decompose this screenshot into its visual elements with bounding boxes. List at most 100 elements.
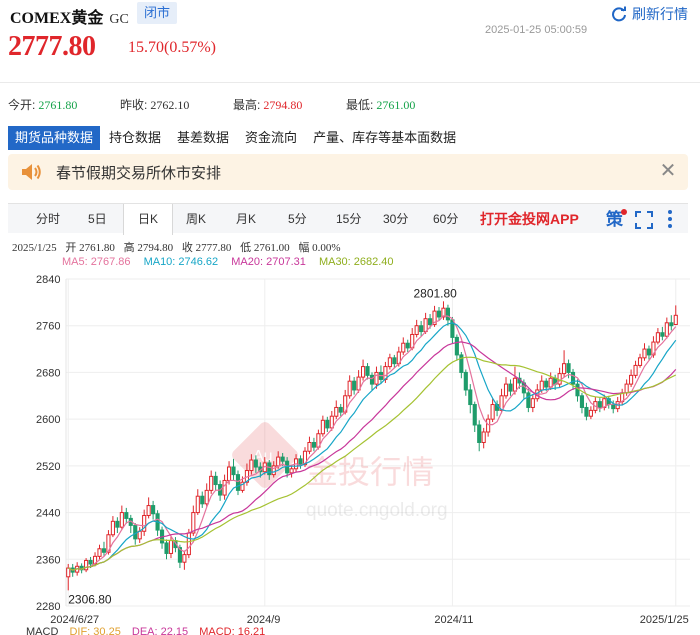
ma5-legend: MA5: 2767.86 <box>62 256 131 268</box>
candle-body <box>311 442 316 448</box>
ma-legend: MA5: 2767.86 MA10: 2746.62 MA20: 2707.31… <box>62 256 404 268</box>
candle-body <box>195 495 200 514</box>
period-30min[interactable]: 30分 <box>383 204 408 234</box>
ohlc-close: 收 2777.80 <box>181 242 232 254</box>
quote-header: COMEX黄金 GC 闭市 刷新行情 2025-01-25 05:00:59 27… <box>0 0 700 70</box>
candle-body <box>405 342 410 349</box>
candle-body <box>361 366 366 378</box>
candlestick-chart[interactable]: Au 金投行情 quote.cngold.org 228023602440252… <box>0 270 700 626</box>
candle-body <box>486 418 491 433</box>
candle-body <box>624 383 629 394</box>
close-icon[interactable]: ✕ <box>658 160 678 182</box>
ma5-line <box>67 315 677 571</box>
ohlc-low: 低 2761.00 <box>240 242 290 254</box>
period-5min[interactable]: 5分 <box>288 204 307 234</box>
candle-body <box>235 474 241 491</box>
macd-value: MACD: 16.21 <box>199 626 266 635</box>
candle-body <box>512 377 518 392</box>
candle-body <box>325 419 330 429</box>
quote-timestamp: 2025-01-25 05:00:59 <box>485 24 588 36</box>
macd-dea: DEA: 22.15 <box>131 626 189 635</box>
more-vertical-icon[interactable] <box>666 209 674 229</box>
market-status-badge: 闭市 <box>137 2 178 24</box>
candle-body <box>352 380 357 391</box>
tab-basis[interactable]: 基差数据 <box>170 126 236 150</box>
period-daily[interactable]: 日K <box>123 204 173 235</box>
open-app-link[interactable]: 打开金投网APP <box>480 204 579 234</box>
period-intraday[interactable]: 分时 <box>36 204 60 234</box>
candle-body <box>566 363 571 373</box>
candle-body <box>401 342 406 353</box>
ohlc-date: 2025/1/25 <box>12 242 57 254</box>
speaker-icon <box>22 164 41 180</box>
refresh-label: 刷新行情 <box>632 6 688 22</box>
stat-low-value: 2761.00 <box>376 98 416 112</box>
holiday-notice[interactable]: 春节假期交易所休市安排 ✕ <box>8 154 688 190</box>
y-tick-label: 2280 <box>36 601 60 613</box>
x-tick-label: 2025/1/25 <box>640 614 689 626</box>
candle-body <box>186 532 191 556</box>
candle-body <box>307 442 312 452</box>
candle-series <box>66 301 678 591</box>
candle-body <box>280 456 285 462</box>
stat-open: 今开: 2761.80 <box>8 96 77 113</box>
macd-dif: DIF: 30.25 <box>69 626 121 635</box>
stat-low-label: 最低: <box>346 98 374 112</box>
candle-body <box>133 524 138 540</box>
stat-open-label: 今开: <box>8 98 36 112</box>
candle-body <box>508 383 513 392</box>
tab-fundamentals[interactable]: 产量、库存等基本面数据 <box>306 126 463 150</box>
period-weekly[interactable]: 周K <box>186 204 206 234</box>
watermark-url: quote.cngold.org <box>306 500 448 521</box>
stat-prev-close-label: 昨收: <box>120 98 148 112</box>
tab-fund-flow[interactable]: 资金流向 <box>238 126 304 150</box>
period-monthly[interactable]: 月K <box>236 204 256 234</box>
candle-body <box>369 374 375 385</box>
refresh-button[interactable]: 刷新行情 <box>611 4 688 24</box>
candle-body <box>584 406 589 417</box>
data-tabs: 期货品种数据 持仓数据 基差数据 资金流向 产量、库存等基本面数据 <box>0 126 700 150</box>
fullscreen-icon[interactable] <box>635 211 653 229</box>
x-tick-label: 2024/6/27 <box>50 614 99 626</box>
candle-body <box>289 468 294 474</box>
candle-body <box>503 383 509 397</box>
stat-high: 最高: 2794.80 <box>233 96 302 113</box>
macd-readout: MACD DIF: 30.25 DEA: 22.15 MACD: 16.21 <box>26 626 273 635</box>
ma10-legend: MA10: 2746.62 <box>143 256 219 268</box>
candle-body <box>392 357 397 365</box>
candle-body <box>579 395 585 408</box>
y-tick-label: 2840 <box>36 274 60 286</box>
candle-body <box>490 404 495 420</box>
ohlc-readout: 2025/1/25 开 2761.80 高 2794.80 收 2777.80 … <box>12 239 347 255</box>
period-5day[interactable]: 5日 <box>88 204 107 234</box>
candle-body <box>423 318 428 333</box>
candle-body <box>151 505 156 515</box>
candle-body <box>119 512 124 528</box>
stat-high-value: 2794.80 <box>263 98 303 112</box>
period-15min[interactable]: 15分 <box>336 204 361 234</box>
candle-body <box>660 332 665 337</box>
min-price-label: 2306.80 <box>68 592 112 606</box>
y-tick-label: 2680 <box>36 367 60 379</box>
x-tick-label: 2024/9 <box>247 614 281 626</box>
candle-body <box>365 366 370 376</box>
candle-body <box>633 364 638 376</box>
candle-body <box>298 458 303 466</box>
ohlc-open: 开 2761.80 <box>65 242 115 254</box>
y-axis: 2280 2360 2440 2520 2600 2680 2760 2840 <box>36 274 60 613</box>
x-axis: 2024/6/27 2024/9 2024/11 2025/1/25 <box>50 614 688 626</box>
stat-prev-close: 昨收: 2762.10 <box>120 96 189 113</box>
candle-body <box>320 419 325 435</box>
candle-body <box>655 332 660 343</box>
candle-body <box>267 462 272 476</box>
strategy-icon[interactable]: 策 <box>605 208 627 230</box>
tab-futures-data[interactable]: 期货品种数据 <box>8 126 101 150</box>
candle-body <box>637 357 643 366</box>
candle-body <box>673 314 678 325</box>
price-change: 15.70(0.57%) <box>128 39 216 56</box>
tab-positions[interactable]: 持仓数据 <box>102 126 168 150</box>
period-toolbar: 分时 5日 日K 周K 月K 5分 15分 30分 60分 打开金投网APP 策 <box>8 203 688 235</box>
candle-body <box>334 406 339 417</box>
ohlc-change: 幅 0.00% <box>298 242 341 254</box>
period-60min[interactable]: 60分 <box>433 204 458 234</box>
